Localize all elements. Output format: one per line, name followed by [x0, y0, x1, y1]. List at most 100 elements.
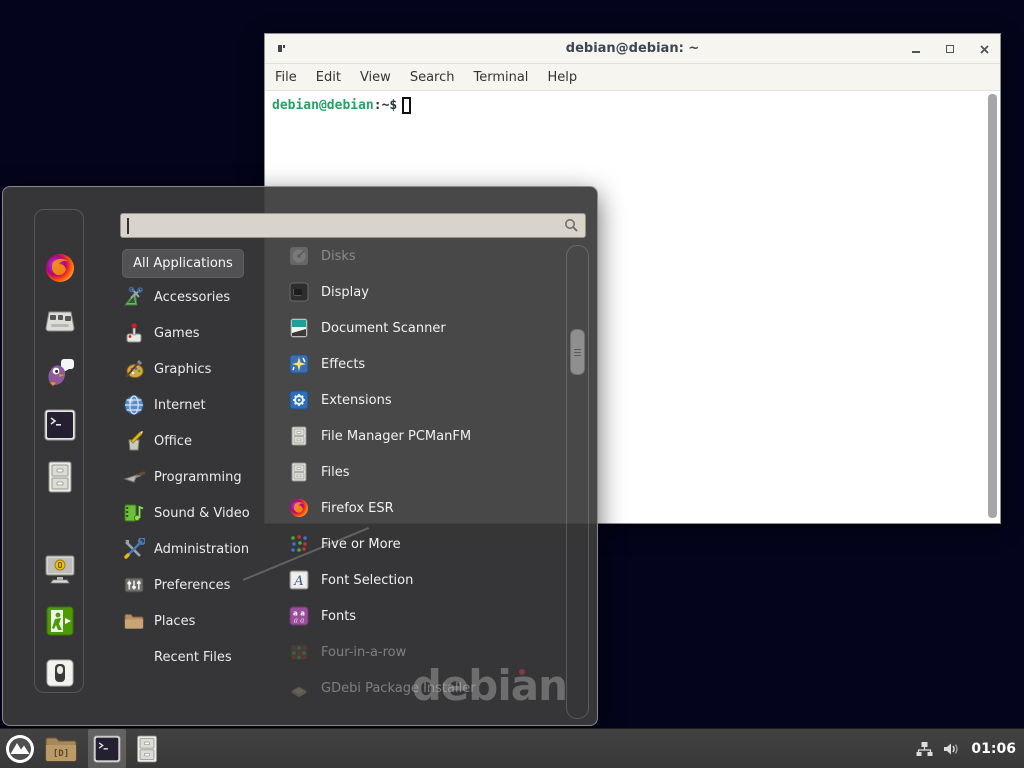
terminal-scrollbar[interactable]	[988, 94, 997, 518]
menu-button[interactable]	[0, 729, 40, 769]
administration-icon	[123, 538, 145, 560]
favorite-files[interactable]	[43, 460, 77, 494]
category-recent-files[interactable]: Recent Files	[123, 642, 275, 672]
four-in-a-row-icon	[289, 642, 309, 662]
category-places[interactable]: Places	[123, 606, 275, 636]
app-label: Font Selection	[321, 573, 413, 588]
app-label: Effects	[321, 357, 365, 372]
window-title: debian@debian: ~	[566, 41, 699, 56]
app-files[interactable]: Files	[289, 457, 561, 487]
app-display[interactable]: Display	[289, 277, 561, 307]
prompt-user-host: debian@debian	[272, 98, 374, 113]
category-label: Games	[154, 326, 199, 341]
prompt-suffix: :~$	[374, 98, 397, 113]
firefox-icon	[289, 498, 309, 518]
file-cabinet-icon	[289, 462, 309, 482]
app-effects[interactable]: Effects	[289, 349, 561, 379]
app-four-in-a-row[interactable]: Four-in-a-row	[289, 637, 561, 667]
favorite-software-manager[interactable]	[43, 304, 77, 338]
app-label: File Manager PCManFM	[321, 429, 471, 444]
category-programming[interactable]: Programming	[123, 462, 275, 492]
effects-icon	[289, 354, 309, 374]
category-label: Administration	[154, 542, 249, 557]
category-label: Office	[154, 434, 192, 449]
five-or-more-icon	[289, 534, 309, 554]
desktop-folder-icon: [D]	[44, 735, 78, 763]
disks-icon	[289, 246, 309, 266]
app-fonts[interactable]: a a a a Fonts	[289, 601, 561, 631]
file-manager-launcher[interactable]	[126, 729, 168, 769]
app-file-manager-pcmanfm[interactable]: File Manager PCManFM	[289, 421, 561, 451]
category-office[interactable]: Office	[123, 426, 275, 456]
app-firefox-esr[interactable]: Firefox ESR	[289, 493, 561, 523]
volume-icon[interactable]	[943, 741, 961, 757]
pidgin-icon	[44, 357, 76, 389]
category-internet[interactable]: Internet	[123, 390, 275, 420]
lock-screen-button[interactable]	[43, 552, 77, 586]
terminal-icon	[44, 409, 76, 441]
app-disks[interactable]: Disks	[289, 241, 561, 271]
favorite-firefox[interactable]	[43, 251, 77, 285]
category-label: Internet	[154, 398, 206, 413]
category-label: Sound & Video	[154, 506, 250, 521]
favorites-sidebar	[34, 209, 84, 693]
internet-icon	[123, 394, 145, 416]
favorite-pidgin[interactable]	[43, 356, 77, 390]
fonts-icon: a a a a	[289, 606, 309, 626]
extensions-icon	[289, 390, 309, 410]
search-input[interactable]	[120, 213, 586, 238]
svg-text:A: A	[293, 574, 303, 589]
menu-help[interactable]: Help	[547, 70, 577, 85]
app-label: Document Scanner	[321, 321, 446, 336]
app-gdebi-package-installer[interactable]: GDebi Package Installer	[289, 673, 561, 703]
clock[interactable]: 01:06	[971, 741, 1016, 757]
favorite-terminal[interactable]	[43, 408, 77, 442]
terminal-titlebar[interactable]: debian@debian: ~	[265, 34, 1000, 64]
network-icon[interactable]	[916, 741, 933, 757]
menu-view[interactable]: View	[360, 70, 391, 85]
category-accessories[interactable]: Accessories	[123, 282, 275, 312]
gdebi-icon	[289, 678, 309, 698]
logout-icon	[45, 606, 75, 636]
app-document-scanner[interactable]: Document Scanner	[289, 313, 561, 343]
close-icon[interactable]	[976, 41, 992, 57]
terminal-icon	[93, 735, 121, 763]
taskbar-terminal-window-button[interactable]	[88, 729, 126, 769]
recent-files-spacer	[123, 646, 145, 668]
shutdown-button[interactable]	[43, 656, 77, 690]
menu-button-icon	[5, 734, 35, 764]
firefox-icon	[44, 252, 76, 284]
application-menu: All Applications Accessories	[2, 186, 598, 726]
maximize-icon[interactable]	[942, 41, 958, 57]
menu-scrollbar-thumb[interactable]	[570, 329, 585, 375]
menu-scrollbar[interactable]	[566, 245, 589, 719]
desktop[interactable]: debian@debian: ~ File Edit View Search T…	[0, 0, 1024, 768]
category-label: Places	[154, 614, 195, 629]
menu-edit[interactable]: Edit	[316, 70, 341, 85]
category-label: Accessories	[154, 290, 230, 305]
app-label: Extensions	[321, 393, 392, 408]
taskbar: [D]	[0, 728, 1024, 768]
terminal-menubar: File Edit View Search Terminal Help	[265, 64, 1000, 91]
lock-screen-icon	[43, 554, 77, 584]
document-scanner-icon	[289, 318, 309, 338]
menu-file[interactable]: File	[275, 70, 297, 85]
category-administration[interactable]: Administration	[123, 534, 275, 564]
app-label: Files	[321, 465, 350, 480]
filter-all-applications[interactable]: All Applications	[122, 249, 244, 278]
programming-icon	[123, 466, 145, 488]
app-label: Fonts	[321, 609, 356, 624]
app-font-selection[interactable]: A Font Selection	[289, 565, 561, 595]
desktop-folder-launcher[interactable]: [D]	[40, 729, 82, 769]
font-selection-icon: A	[289, 570, 309, 590]
app-extensions[interactable]: Extensions	[289, 385, 561, 415]
menu-terminal[interactable]: Terminal	[473, 70, 528, 85]
office-icon	[123, 430, 145, 452]
category-games[interactable]: Games	[123, 318, 275, 348]
category-sound-video[interactable]: Sound & Video	[123, 498, 275, 528]
menu-search[interactable]: Search	[410, 70, 455, 85]
search-icon	[564, 218, 579, 233]
minimize-icon[interactable]	[908, 41, 924, 57]
logout-button[interactable]	[43, 604, 77, 638]
category-graphics[interactable]: Graphics	[123, 354, 275, 384]
